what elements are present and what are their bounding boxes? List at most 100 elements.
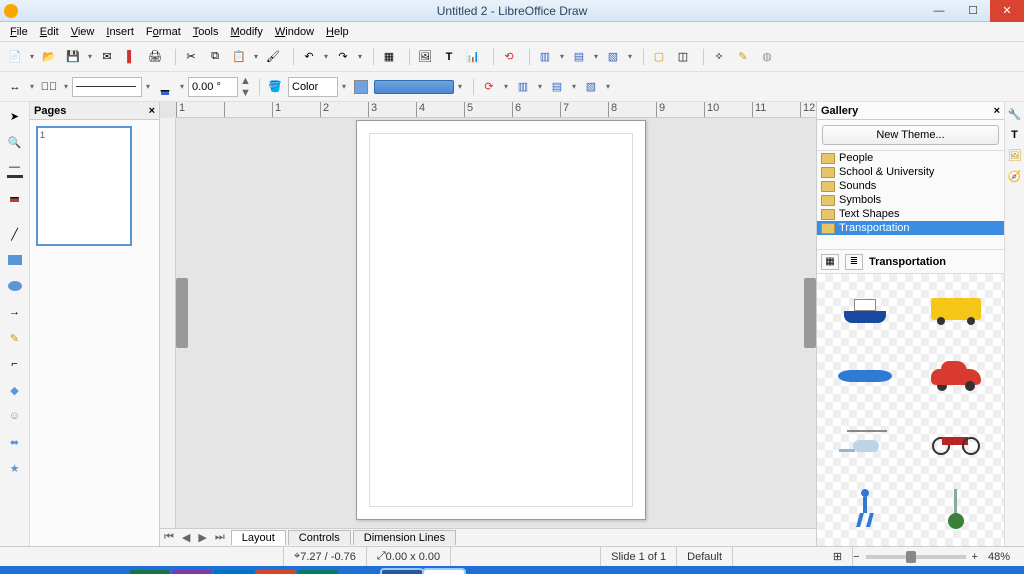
clip-pedestrian[interactable] bbox=[823, 480, 908, 538]
menu-insert[interactable]: Insert bbox=[100, 24, 140, 40]
zoom-out-icon[interactable]: − bbox=[853, 551, 859, 563]
canvas-scroll-right[interactable] bbox=[804, 278, 816, 348]
cut-icon[interactable]: ✂ bbox=[180, 46, 202, 68]
tab-nav-prev[interactable]: ◀ bbox=[178, 531, 194, 544]
fill-color-bar[interactable] bbox=[374, 80, 454, 94]
arrow-tool-icon[interactable]: → bbox=[4, 302, 26, 322]
rotate-icon[interactable]: ⟳ bbox=[478, 76, 500, 98]
task-onenote-icon[interactable]: N bbox=[172, 570, 212, 574]
menu-edit[interactable]: Edit bbox=[34, 24, 65, 40]
sidebar-navigator-icon[interactable]: 🧭 bbox=[1008, 170, 1022, 183]
clip-motorcycle[interactable] bbox=[914, 413, 999, 471]
clip-bus[interactable] bbox=[914, 280, 999, 338]
pdf-icon[interactable]: ▌ bbox=[120, 46, 142, 68]
shadow-icon[interactable]: ▢ bbox=[648, 46, 670, 68]
image-icon[interactable]: 🖼 bbox=[414, 46, 436, 68]
block-arrows-icon[interactable]: ⬌ bbox=[4, 432, 26, 452]
canvas[interactable] bbox=[176, 118, 816, 528]
arrange-icon[interactable]: ▤ bbox=[568, 46, 590, 68]
undo-icon[interactable]: ↶ bbox=[298, 46, 320, 68]
tab-dimension[interactable]: Dimension Lines bbox=[353, 530, 456, 545]
copy-icon[interactable]: ⧉ bbox=[204, 46, 226, 68]
distribute-icon[interactable]: ▧ bbox=[602, 46, 624, 68]
save-dropdown[interactable]: ▾ bbox=[86, 52, 94, 61]
text-box-icon[interactable]: T bbox=[438, 46, 460, 68]
spin-down[interactable]: ▼ bbox=[240, 87, 250, 99]
ellipse-tool-icon[interactable] bbox=[4, 276, 26, 296]
gallery-list-view[interactable]: ≣ bbox=[845, 254, 863, 270]
theme-people[interactable]: People bbox=[817, 151, 1004, 165]
basic-shapes-icon[interactable]: ◆ bbox=[4, 380, 26, 400]
hyperlink-icon[interactable]: ⟲ bbox=[498, 46, 520, 68]
distribute2-icon[interactable]: ▧ bbox=[580, 76, 602, 98]
stars-icon[interactable]: ★ bbox=[4, 458, 26, 478]
sidebar-gallery-icon[interactable]: 🖼 bbox=[1008, 149, 1022, 162]
menu-help[interactable]: Help bbox=[320, 24, 355, 40]
vertical-ruler[interactable] bbox=[160, 118, 176, 528]
clip-canoe[interactable] bbox=[823, 347, 908, 405]
minimize-button[interactable]: — bbox=[922, 0, 956, 22]
line-arrow-icon[interactable]: ↔ bbox=[4, 76, 26, 98]
zoom-fit-icon[interactable]: ⊞ bbox=[823, 547, 853, 566]
line-tool-icon[interactable]: ╱ bbox=[4, 224, 26, 244]
select-tool-icon[interactable]: ➤ bbox=[4, 106, 26, 126]
task-ie-icon[interactable]: e bbox=[46, 570, 86, 574]
pages-panel-close-icon[interactable]: × bbox=[149, 105, 155, 117]
theme-symbols[interactable]: Symbols bbox=[817, 193, 1004, 207]
open-icon[interactable]: 📂 bbox=[38, 46, 60, 68]
fill-color-swatch[interactable] bbox=[350, 76, 372, 98]
redo-icon[interactable]: ↷ bbox=[332, 46, 354, 68]
new-theme-button[interactable]: New Theme... bbox=[822, 125, 999, 145]
theme-sounds[interactable]: Sounds bbox=[817, 179, 1004, 193]
align-icon[interactable]: ▥ bbox=[534, 46, 556, 68]
task-outlook-icon[interactable]: O bbox=[214, 570, 254, 574]
task-powerpoint-icon[interactable]: P bbox=[256, 570, 296, 574]
fill-bucket-icon[interactable]: 🪣 bbox=[264, 76, 286, 98]
print-icon[interactable]: 🖨 bbox=[144, 46, 166, 68]
menu-file[interactable]: File bbox=[4, 24, 34, 40]
task-word-icon[interactable]: W bbox=[382, 570, 422, 574]
line-style-icon[interactable]: �ై bbox=[38, 76, 60, 98]
save-icon[interactable]: 💾 bbox=[62, 46, 84, 68]
gallery-thumbnails[interactable] bbox=[817, 274, 1004, 546]
grid-icon[interactable]: ▦ bbox=[378, 46, 400, 68]
menu-window[interactable]: Window bbox=[269, 24, 320, 40]
clip-helicopter[interactable] bbox=[823, 413, 908, 471]
rect-tool-icon[interactable] bbox=[4, 250, 26, 270]
menu-view[interactable]: View bbox=[65, 24, 101, 40]
start-button[interactable]: ⊞ bbox=[4, 570, 44, 574]
menu-tools[interactable]: Tools bbox=[187, 24, 225, 40]
status-style[interactable]: Default bbox=[677, 547, 733, 566]
task-excel-icon[interactable]: X bbox=[130, 570, 170, 574]
curve-tool-icon[interactable]: ✎ bbox=[4, 328, 26, 348]
align-objects-icon[interactable]: ▥ bbox=[512, 76, 534, 98]
new-doc-dropdown[interactable]: ▾ bbox=[28, 52, 36, 61]
menu-format[interactable]: Format bbox=[140, 24, 187, 40]
gallery-icon-view[interactable]: ▦ bbox=[821, 254, 839, 270]
zoom-value[interactable]: 48% bbox=[978, 547, 1020, 566]
clone-format-icon[interactable]: 🖌 bbox=[262, 46, 284, 68]
zoom-tool-icon[interactable]: 🔍 bbox=[4, 132, 26, 152]
extrusion-icon[interactable]: ◍ bbox=[756, 46, 778, 68]
maximize-button[interactable]: ☐ bbox=[956, 0, 990, 22]
crop-icon[interactable]: ◫ bbox=[672, 46, 694, 68]
close-button[interactable]: ✕ bbox=[990, 0, 1024, 22]
paste-icon[interactable]: 📋 bbox=[228, 46, 250, 68]
clip-segway[interactable] bbox=[914, 480, 999, 538]
angle-field[interactable]: 0.00 ° bbox=[188, 77, 238, 97]
email-icon[interactable]: ✉ bbox=[96, 46, 118, 68]
arrange2-icon[interactable]: ▤ bbox=[546, 76, 568, 98]
line-color-tool-icon[interactable]: ▁ bbox=[4, 184, 26, 204]
clip-car[interactable] bbox=[914, 347, 999, 405]
shapes-icon[interactable]: ✧ bbox=[708, 46, 730, 68]
zoom-slider[interactable] bbox=[866, 555, 966, 559]
tab-nav-next[interactable]: ▶ bbox=[194, 531, 210, 544]
line-style-field[interactable] bbox=[72, 77, 142, 97]
tab-nav-last[interactable]: ⏭ bbox=[211, 531, 229, 544]
clip-boat[interactable] bbox=[823, 280, 908, 338]
page-thumbnail[interactable]: 1 bbox=[36, 126, 132, 246]
text-tool-icon[interactable]: — bbox=[7, 158, 23, 178]
sidebar-styles-icon[interactable]: T bbox=[1011, 129, 1018, 141]
theme-transportation[interactable]: Transportation bbox=[817, 221, 1004, 235]
spin-up[interactable]: ▲ bbox=[240, 75, 250, 87]
